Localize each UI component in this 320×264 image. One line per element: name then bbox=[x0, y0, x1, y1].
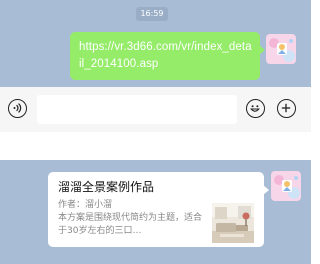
share-card[interactable]: 溜溜全景案例作品 作者：溜小溜 本方案是围绕现代简约为主题，适合于30岁左右的三… bbox=[48, 172, 269, 247]
interior-room-thumbnail-icon bbox=[212, 203, 254, 243]
avatar[interactable] bbox=[266, 34, 296, 64]
card-title: 溜溜全景案例作品 bbox=[58, 180, 155, 194]
plus-icon bbox=[281, 103, 291, 113]
emoji-icon bbox=[249, 105, 261, 112]
voice-button[interactable] bbox=[8, 99, 27, 118]
voice-icon bbox=[13, 103, 22, 113]
card-author: 作者：溜小溜 bbox=[58, 200, 113, 210]
avatar-image-icon bbox=[271, 171, 301, 201]
message-bubble[interactable]: https://vr.3d66.com/vr/index_detail_2014… bbox=[70, 32, 265, 80]
timestamp: 16:59 bbox=[136, 7, 168, 21]
card-thumbnail bbox=[212, 203, 254, 243]
avatar[interactable] bbox=[271, 171, 301, 201]
avatar-image-icon bbox=[266, 34, 296, 64]
separator bbox=[0, 132, 311, 160]
plus-button[interactable] bbox=[277, 99, 296, 118]
message-input[interactable] bbox=[37, 95, 237, 124]
emoji-button[interactable] bbox=[246, 99, 265, 118]
message-link[interactable]: https://vr.3d66.com/vr/index_detail_2014… bbox=[79, 39, 252, 73]
card-description: 本方案是围绕现代简约为主题，适合于30岁左右的三口… bbox=[58, 213, 203, 236]
